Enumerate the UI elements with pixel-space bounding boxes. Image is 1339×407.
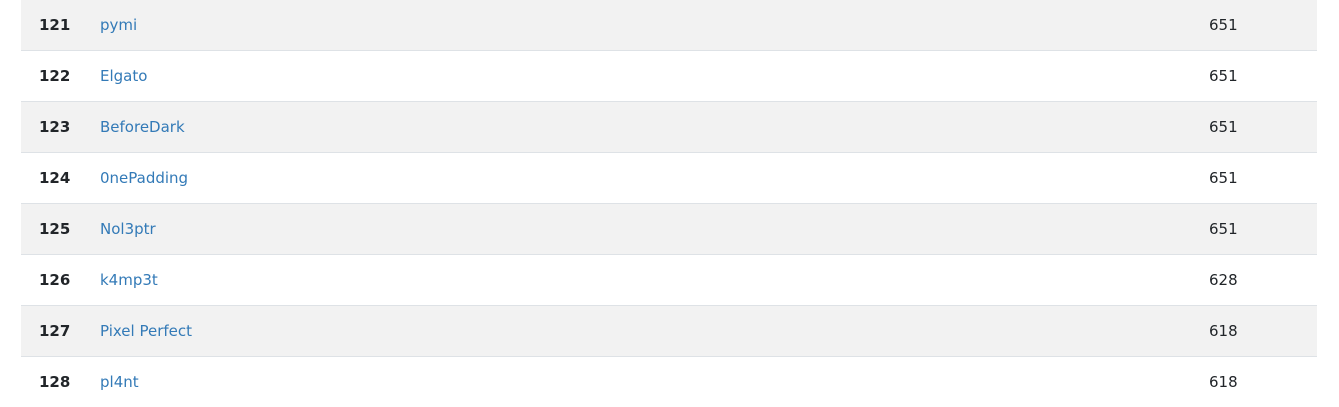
table-row: 128 pl4nt 618 [21, 357, 1317, 407]
team-link[interactable]: BeforeDark [100, 118, 185, 136]
place-cell: 128 [39, 373, 71, 391]
team-link[interactable]: Nol3ptr [100, 220, 156, 238]
team-cell: Elgato [100, 67, 1209, 85]
place-cell: 123 [39, 118, 71, 136]
team-cell: pl4nt [100, 373, 1209, 391]
place-cell: 124 [39, 169, 71, 187]
score-cell: 651 [1209, 169, 1238, 187]
team-cell: BeforeDark [100, 118, 1209, 136]
team-cell: Nol3ptr [100, 220, 1209, 238]
score-cell: 651 [1209, 67, 1238, 85]
place-cell: 122 [39, 67, 71, 85]
table-row: 121 pymi 651 [21, 0, 1317, 51]
place-cell: 121 [39, 16, 71, 34]
score-cell: 651 [1209, 220, 1238, 238]
team-link[interactable]: k4mp3t [100, 271, 158, 289]
team-cell: Pixel Perfect [100, 322, 1209, 340]
team-link[interactable]: pymi [100, 16, 137, 34]
table-row: 124 0nePadding 651 [21, 153, 1317, 204]
table-row: 127 Pixel Perfect 618 [21, 306, 1317, 357]
table-row: 123 BeforeDark 651 [21, 102, 1317, 153]
place-cell: 127 [39, 322, 71, 340]
team-cell: 0nePadding [100, 169, 1209, 187]
team-link[interactable]: Elgato [100, 67, 147, 85]
team-cell: k4mp3t [100, 271, 1209, 289]
score-cell: 651 [1209, 118, 1238, 136]
score-cell: 651 [1209, 16, 1238, 34]
score-cell: 618 [1209, 373, 1238, 391]
team-link[interactable]: Pixel Perfect [100, 322, 192, 340]
team-cell: pymi [100, 16, 1209, 34]
score-cell: 618 [1209, 322, 1238, 340]
table-row: 125 Nol3ptr 651 [21, 204, 1317, 255]
scoreboard-table: 121 pymi 651 122 Elgato 651 123 BeforeDa… [21, 0, 1317, 407]
table-row: 122 Elgato 651 [21, 51, 1317, 102]
table-row: 126 k4mp3t 628 [21, 255, 1317, 306]
team-link[interactable]: pl4nt [100, 373, 139, 391]
place-cell: 126 [39, 271, 71, 289]
score-cell: 628 [1209, 271, 1238, 289]
team-link[interactable]: 0nePadding [100, 169, 188, 187]
place-cell: 125 [39, 220, 71, 238]
